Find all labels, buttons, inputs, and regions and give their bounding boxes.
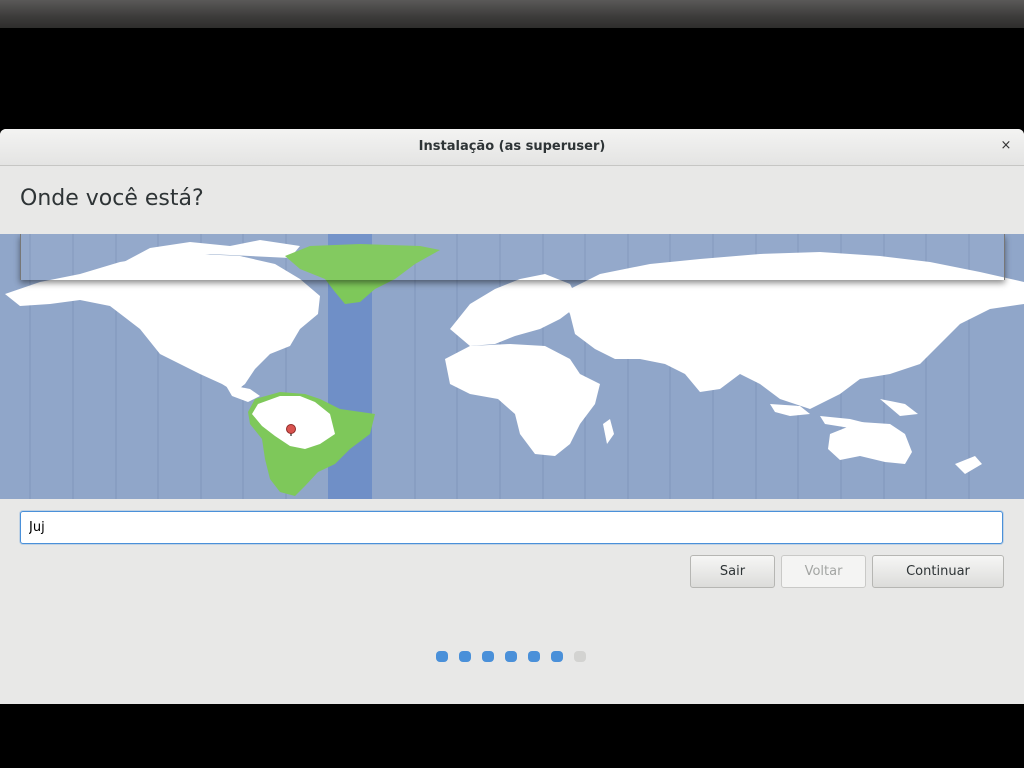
progress-indicator bbox=[436, 651, 586, 663]
page-title: Onde você está? bbox=[20, 186, 204, 211]
continue-button[interactable]: Continuar bbox=[872, 555, 1004, 588]
progress-dot bbox=[436, 651, 448, 662]
title-bar: Instalação (as superuser) × bbox=[0, 129, 1024, 166]
timezone-map[interactable] bbox=[0, 234, 1024, 499]
progress-dot bbox=[482, 651, 494, 662]
back-button[interactable]: Voltar bbox=[781, 555, 866, 588]
progress-dot bbox=[551, 651, 563, 662]
map-top-overlay bbox=[20, 234, 1005, 280]
close-icon[interactable]: × bbox=[998, 138, 1014, 154]
progress-dot bbox=[528, 651, 540, 662]
quit-button[interactable]: Sair bbox=[690, 555, 775, 588]
installer-window: Instalação (as superuser) × Onde você es… bbox=[0, 129, 1024, 704]
europe-landmass bbox=[450, 274, 580, 346]
window-title: Instalação (as superuser) bbox=[418, 139, 606, 154]
progress-dot bbox=[574, 651, 586, 662]
progress-dot bbox=[505, 651, 517, 662]
progress-dot bbox=[459, 651, 471, 662]
location-input[interactable] bbox=[20, 511, 1003, 544]
africa-landmass bbox=[445, 344, 600, 456]
system-top-bar bbox=[0, 0, 1024, 28]
